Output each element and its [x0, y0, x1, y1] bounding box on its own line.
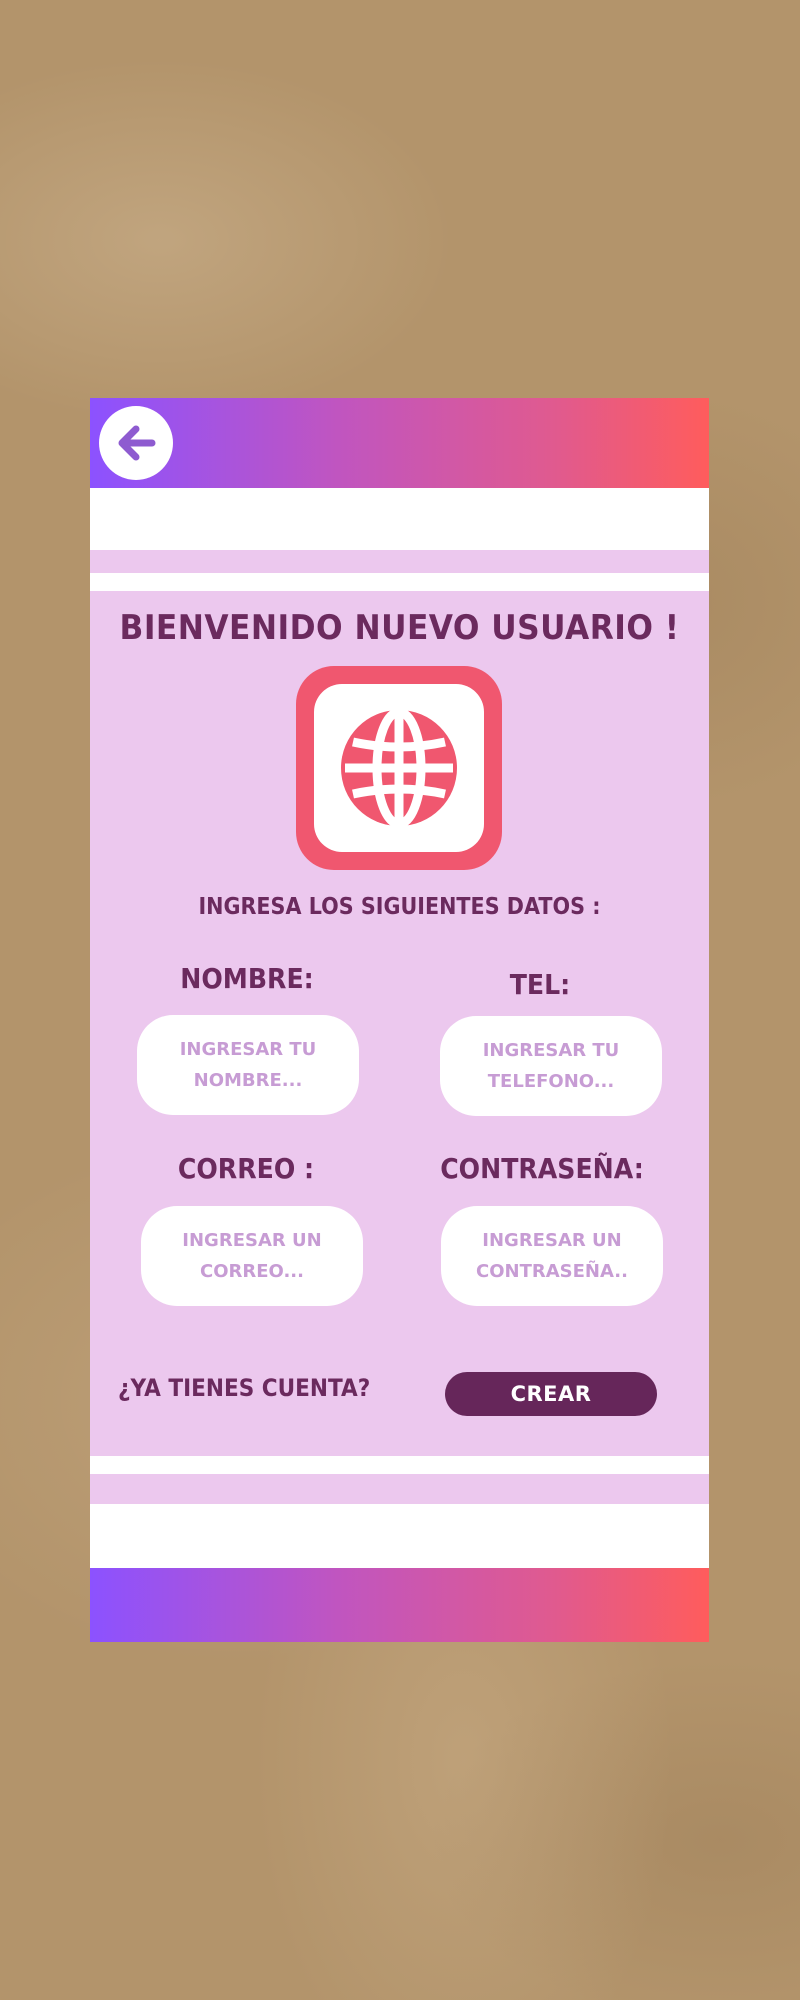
bottom-bar — [90, 1568, 709, 1642]
create-button[interactable]: CREAR — [445, 1372, 657, 1416]
tel-label: TEL: — [509, 968, 571, 1001]
correo-input[interactable]: INGRESAR UN CORREO... — [141, 1206, 363, 1306]
contrasena-input[interactable]: INGRESAR UN CONTRASEÑA.. — [441, 1206, 663, 1306]
arrow-left-icon — [118, 425, 156, 461]
top-divider-stripe — [90, 573, 709, 591]
bottom-divider-stripe — [90, 1456, 709, 1474]
nombre-input[interactable]: INGRESAR TU NOMBRE... — [137, 1015, 359, 1115]
top-divider-band — [90, 488, 709, 550]
nombre-placeholder: INGRESAR TU NOMBRE... — [179, 1039, 317, 1091]
page-title: BIENVENIDO NUEVO USUARIO ! — [119, 608, 680, 648]
back-button[interactable] — [99, 406, 173, 480]
correo-placeholder: INGRESAR UN CORREO... — [182, 1230, 322, 1282]
globe-icon — [341, 707, 457, 829]
correo-label: CORREO : — [177, 1152, 315, 1185]
contrasena-label: CONTRASEÑA: — [440, 1152, 644, 1185]
contrasena-placeholder: INGRESAR UN CONTRASEÑA.. — [476, 1230, 628, 1282]
nombre-label: NOMBRE: — [180, 962, 314, 995]
top-bar — [90, 398, 709, 488]
bottom-divider-band — [90, 1504, 709, 1568]
form-instructions: INGRESA LOS SIGUIENTES DATOS : — [198, 894, 601, 920]
tel-placeholder: INGRESAR TU TELEFONO... — [482, 1040, 620, 1092]
signup-screen: BIENVENIDO NUEVO USUARIO ! INGRESA LOS S… — [90, 398, 709, 1642]
tel-input[interactable]: INGRESAR TU TELEFONO... — [440, 1016, 662, 1116]
existing-account-link[interactable]: ¿YA TIENES CUENTA? — [118, 1374, 370, 1402]
app-logo — [296, 666, 502, 870]
